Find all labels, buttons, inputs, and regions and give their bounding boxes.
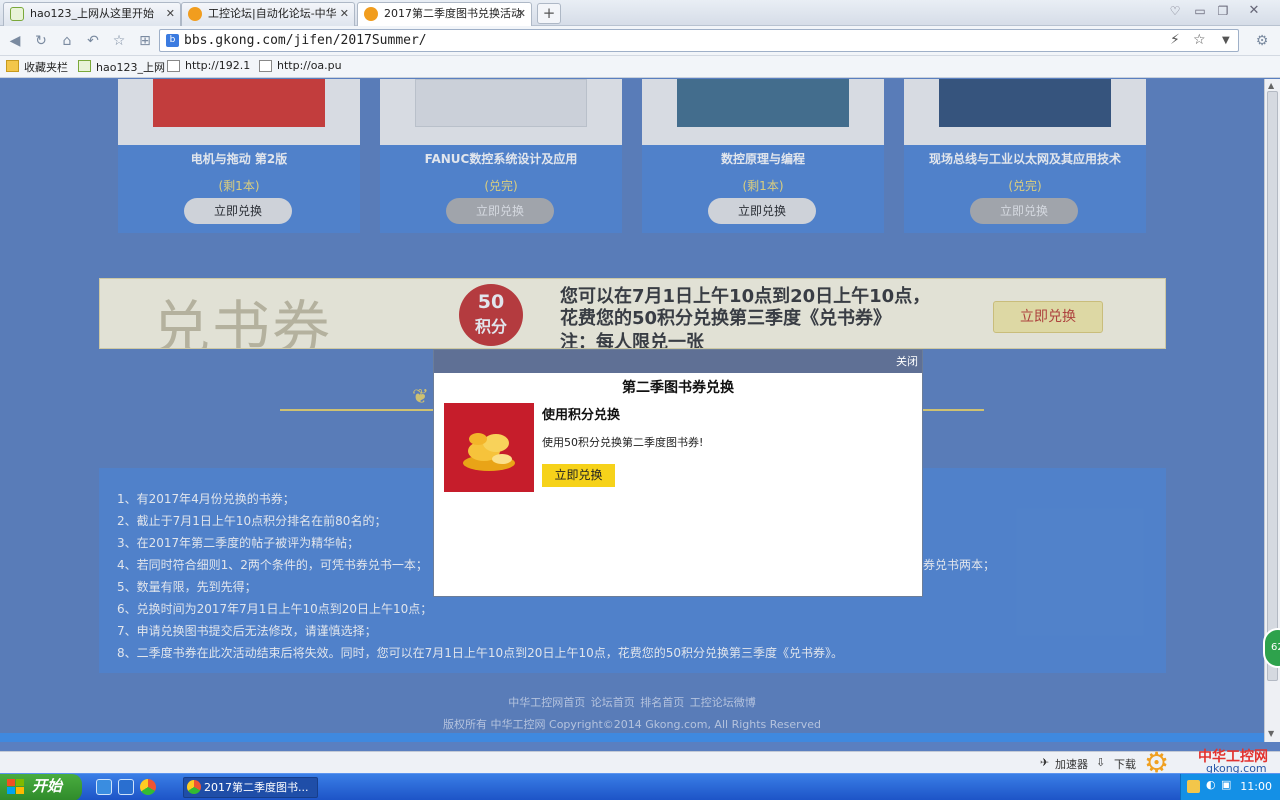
windows-taskbar: 开始 2017第二季度图书... ◐ ▣ 11:00 bbox=[0, 773, 1280, 800]
favorite-icon[interactable]: ☆ bbox=[109, 31, 129, 51]
bookmark-label: 收藏夹栏 bbox=[24, 61, 68, 74]
dialog-header: 关闭 bbox=[434, 350, 922, 373]
exchange-dialog: 关闭 第二季图书券兑换 使用积分兑换 使用50积分兑换第二季度图书券! 立即兑换 bbox=[433, 349, 923, 597]
windows-logo-icon bbox=[7, 779, 24, 794]
dialog-close-button[interactable]: 关闭 bbox=[896, 353, 918, 369]
minimize-button[interactable]: ▭ bbox=[1189, 2, 1211, 20]
scroll-up-icon[interactable]: ▲ bbox=[1268, 81, 1274, 90]
tab-label: 工控论坛|自动化论坛-中华 bbox=[208, 7, 337, 20]
browser-icon bbox=[187, 780, 201, 794]
address-bar[interactable]: b bbs.gkong.com/jifen/2017Summer/ ⚡ ☆ ▼ bbox=[159, 29, 1239, 52]
refresh-icon[interactable]: ↻ bbox=[31, 31, 51, 51]
hao123-icon bbox=[10, 7, 24, 21]
download-icon[interactable]: ⇩ bbox=[1096, 756, 1105, 769]
side-float-badge[interactable]: 62 bbox=[1263, 628, 1280, 668]
close-icon[interactable]: ✕ bbox=[340, 3, 349, 25]
dialog-title: 第二季图书券兑换 bbox=[622, 380, 734, 396]
clock: 11:00 bbox=[1240, 780, 1272, 793]
star-icon[interactable]: ☆ bbox=[1193, 32, 1206, 48]
tab-book-exchange[interactable]: 2017第二季度图书兑换活动 ✕ bbox=[357, 2, 532, 27]
gkong-icon bbox=[364, 7, 378, 21]
close-window-button[interactable]: ✕ bbox=[1243, 2, 1265, 20]
tab-bar: hao123_上网从这里开始 ✕ 工控论坛|自动化论坛-中华 ✕ 2017第二季… bbox=[0, 0, 1280, 27]
taskbar-item-label: 2017第二季度图书... bbox=[204, 781, 309, 794]
page-icon bbox=[259, 60, 272, 72]
bookmark-hao123[interactable]: hao123_上网 bbox=[78, 59, 165, 75]
scrollbar-thumb[interactable] bbox=[1267, 91, 1278, 681]
tools-icon[interactable]: ⚙ bbox=[1252, 31, 1272, 51]
page-icon bbox=[167, 60, 180, 72]
url-text[interactable]: bbs.gkong.com/jifen/2017Summer/ bbox=[184, 33, 427, 48]
lightning-icon[interactable]: ⚡ bbox=[1170, 32, 1180, 48]
scroll-down-icon[interactable]: ▼ bbox=[1268, 729, 1274, 738]
taskbar-item-browser[interactable]: 2017第二季度图书... bbox=[183, 777, 318, 798]
desktop-icon[interactable] bbox=[118, 779, 134, 795]
new-tab-button[interactable]: + bbox=[537, 3, 561, 24]
dialog-description: 使用50积分兑换第二季度图书券! bbox=[542, 436, 704, 449]
coins-image bbox=[444, 403, 534, 492]
network-icon[interactable]: ▣ bbox=[1221, 778, 1231, 791]
gold-coins-icon bbox=[463, 433, 515, 471]
bookmark-label: hao123_上网 bbox=[96, 61, 165, 74]
hao123-icon bbox=[78, 60, 91, 72]
volume-icon[interactable]: ◐ bbox=[1206, 778, 1216, 791]
tab-hao123[interactable]: hao123_上网从这里开始 ✕ bbox=[3, 2, 181, 26]
browser-icon[interactable] bbox=[140, 779, 156, 795]
download-label[interactable]: 下载 bbox=[1114, 756, 1136, 772]
navigation-bar: ◀ ↻ ⌂ ↶ ☆ ⊞ b bbs.gkong.com/jifen/2017Su… bbox=[0, 26, 1280, 56]
back-icon[interactable]: ◀ bbox=[5, 31, 25, 51]
shield-icon[interactable]: ♡ bbox=[1164, 2, 1186, 20]
bookmark-label: http://192.1 bbox=[185, 59, 251, 72]
apps-icon[interactable]: ⊞ bbox=[135, 31, 155, 51]
bookmarks-bar: 收藏夹栏 hao123_上网 http://192.1 http://oa.pu bbox=[0, 56, 1280, 78]
start-button[interactable]: 开始 bbox=[0, 774, 82, 800]
bookmark-folder[interactable]: 收藏夹栏 bbox=[6, 59, 68, 75]
undo-icon[interactable]: ↶ bbox=[83, 31, 103, 51]
maximize-button[interactable]: ❐ bbox=[1212, 2, 1234, 20]
gkong-icon bbox=[188, 7, 202, 21]
accelerator-label[interactable]: 加速器 bbox=[1055, 756, 1088, 772]
dialog-heading: 使用积分兑换 bbox=[542, 408, 621, 423]
site-icon: b bbox=[166, 34, 179, 47]
dropdown-icon[interactable]: ▼ bbox=[1222, 35, 1230, 46]
bookmark-label: http://oa.pu bbox=[277, 59, 342, 72]
home-icon[interactable]: ⌂ bbox=[57, 31, 77, 51]
start-label: 开始 bbox=[32, 778, 63, 795]
tab-gkong-forum[interactable]: 工控论坛|自动化论坛-中华 ✕ bbox=[181, 2, 355, 26]
tray-app-icon[interactable] bbox=[1187, 780, 1200, 793]
dialog-redeem-button[interactable]: 立即兑换 bbox=[542, 464, 615, 487]
browser-status-bar: ✈ 加速器 ⇩ 下载 bbox=[0, 751, 1280, 773]
close-icon[interactable]: ✕ bbox=[517, 3, 526, 25]
tab-label: hao123_上网从这里开始 bbox=[30, 7, 154, 20]
tab-label: 2017第二季度图书兑换活动 bbox=[384, 7, 522, 20]
ie-icon[interactable] bbox=[96, 779, 112, 795]
accelerator-icon[interactable]: ✈ bbox=[1040, 756, 1049, 769]
close-icon[interactable]: ✕ bbox=[166, 3, 175, 25]
folder-icon bbox=[6, 60, 19, 72]
system-tray: ◐ ▣ 11:00 bbox=[1180, 774, 1280, 800]
bookmark-oa[interactable]: http://oa.pu bbox=[259, 59, 342, 72]
bookmark-192[interactable]: http://192.1 bbox=[167, 59, 250, 72]
